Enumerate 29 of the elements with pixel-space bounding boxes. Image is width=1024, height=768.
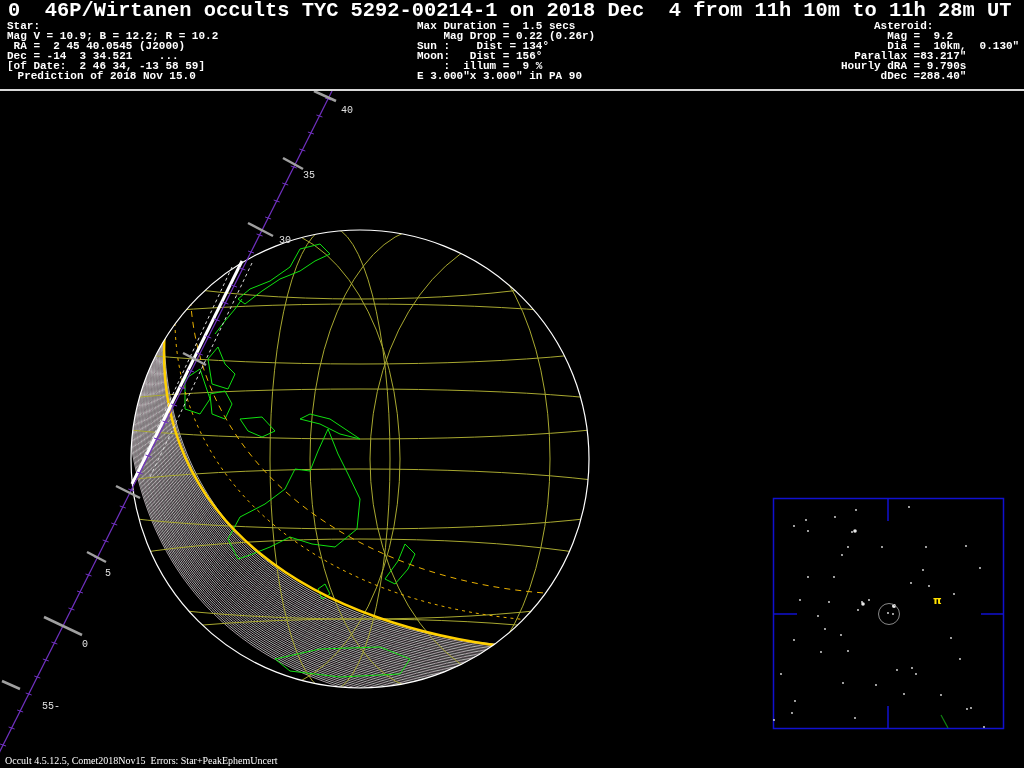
info-text: Hourly dRA = 9.790s <box>841 61 968 71</box>
info-text: dDec =288.40" <box>880 71 968 81</box>
info-text: Star: <box>7 21 41 31</box>
info-text: [of Date: 2 46 34, -13 58 59] <box>7 61 207 71</box>
info-text: Sun : Dist = 134° <box>417 41 551 51</box>
track-label: 5 <box>105 568 111 579</box>
track-label: 40 <box>341 105 353 116</box>
info-text: Mag = 9.2 <box>886 31 954 41</box>
track-label: 0 <box>82 639 88 650</box>
info-text: E 3.000"x 3.000" in PA 90 <box>417 71 584 81</box>
info-text: RA = 2 45 40.0545 (J2000) <box>13 41 187 51</box>
info-text: Max Duration = 1.5 secs <box>417 21 576 31</box>
target-circle-icon <box>878 603 900 625</box>
info-text: Prediction of 2018 Nov 15.0 <box>17 71 196 81</box>
track-label: 30 <box>279 235 291 246</box>
marker-symbol: π <box>933 594 942 607</box>
track-label: 55- <box>42 701 60 712</box>
track-label: 35 <box>303 170 315 181</box>
event-title: 0 46P/Wirtanen occults TYC 5292-00214-1 on 2018 Dec 4 from 11h 10m to 11h 28m UT <box>7 0 1013 21</box>
info-text: Mag Drop = 0.22 (0.26r) <box>442 31 597 41</box>
footer-text: Occult 4.5.12.5, Comet2018Nov15 Errors: Star+PeakEphemUncert <box>5 755 278 766</box>
path-segment <box>940 714 949 729</box>
info-text: Asteroid: <box>873 21 935 31</box>
info-text: Dec = -14 3 34.521 ... <box>7 51 179 61</box>
info-text: : illum = 9 % <box>443 61 544 71</box>
info-text: Moon: Dist = 156° <box>417 51 544 61</box>
info-text: Dia = 10km, 0.130" <box>887 41 1020 51</box>
info-text: Parallax =83.217" <box>854 51 968 61</box>
info-text: Mag V = 10.9; B = 12.2; R = 10.2 <box>7 31 220 41</box>
